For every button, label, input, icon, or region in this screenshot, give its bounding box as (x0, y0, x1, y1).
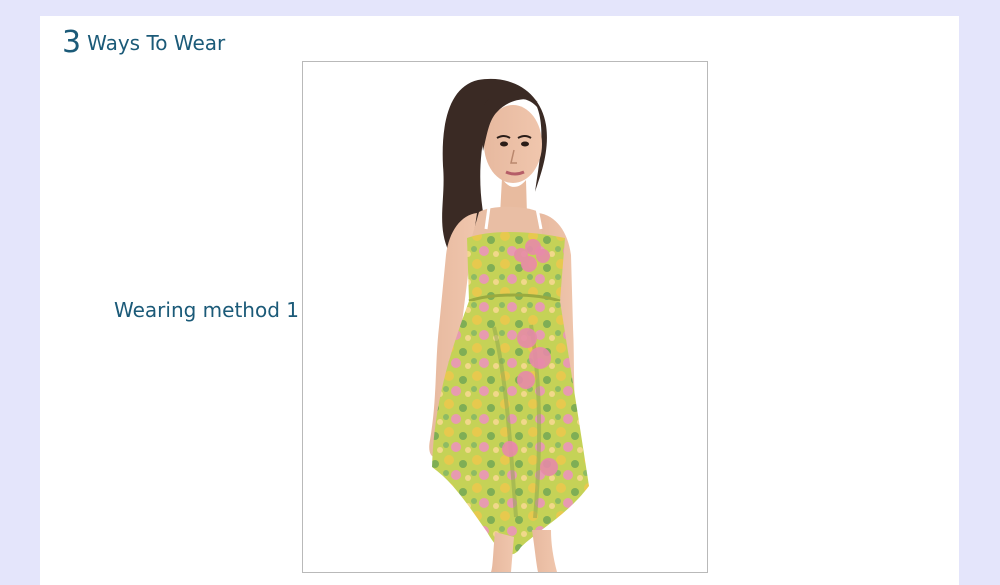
content-panel: 3 Ways To Wear Wearing method 1 (40, 16, 959, 585)
section-title: 3 Ways To Wear (62, 28, 225, 58)
product-photo (302, 61, 708, 573)
title-number: 3 (62, 25, 82, 60)
dress-model-illustration (303, 62, 707, 572)
wearing-method-label: Wearing method 1 (114, 298, 299, 322)
title-text: Ways To Wear (87, 31, 226, 55)
